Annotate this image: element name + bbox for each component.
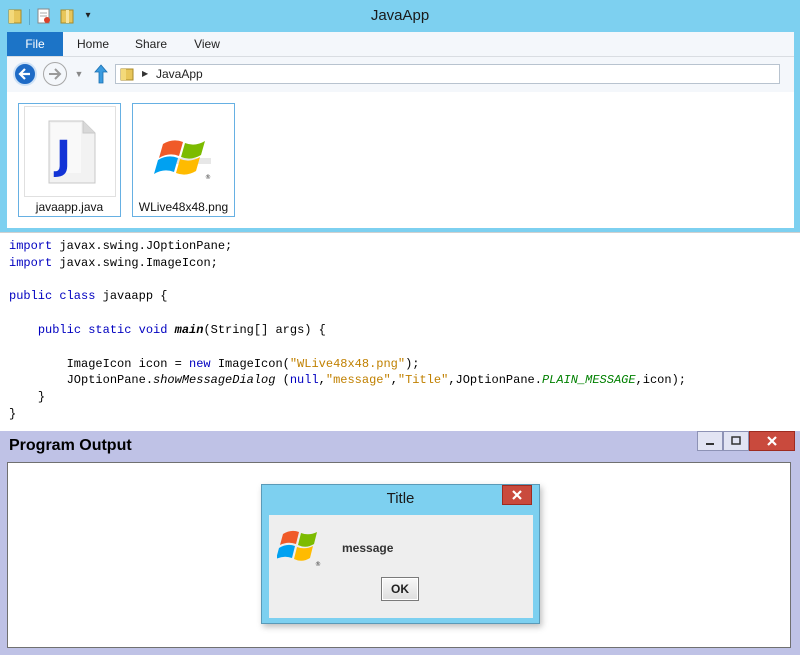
keyword: import bbox=[9, 239, 53, 253]
window-title: JavaApp bbox=[370, 7, 430, 24]
string-literal: "WLive48x48.png" bbox=[289, 356, 406, 371]
code-line-6: JOptionPane.showMessageDialog (null,"mes… bbox=[67, 373, 686, 387]
minimize-icon bbox=[706, 443, 714, 445]
code-line-2: import javax.swing.ImageIcon; bbox=[9, 256, 218, 270]
message-dialog: Title ® message OK bbox=[261, 484, 540, 624]
svg-text:J: J bbox=[53, 133, 71, 179]
close-icon bbox=[512, 490, 522, 500]
code-line-5: ImageIcon icon = new ImageIcon("WLive48x… bbox=[67, 357, 420, 371]
constant: PLAIN_MESSAGE bbox=[541, 373, 636, 388]
maximize-icon bbox=[731, 436, 741, 445]
code-text: javax.swing.ImageIcon; bbox=[52, 255, 218, 270]
method-name: showMessageDialog bbox=[153, 373, 276, 388]
navigation-bar: ▼ ▶ JavaApp bbox=[7, 57, 794, 92]
ok-button[interactable]: OK bbox=[381, 577, 419, 601]
file-thumbnail: ® bbox=[138, 106, 230, 197]
breadcrumb-folder[interactable]: JavaApp bbox=[156, 65, 203, 83]
forward-button[interactable] bbox=[43, 62, 67, 86]
breadcrumb-chevron-icon[interactable]: ▶ bbox=[142, 66, 148, 82]
code-line-1: import javax.swing.JOptionPane; bbox=[9, 239, 232, 253]
code-text: , bbox=[390, 373, 398, 388]
source-code-view: import javax.swing.JOptionPane; import j… bbox=[0, 232, 800, 432]
keyword: new bbox=[189, 356, 211, 371]
address-bar[interactable]: ▶ JavaApp bbox=[115, 64, 780, 84]
code-text: ( bbox=[275, 373, 290, 388]
dialog-body: ® message OK bbox=[269, 515, 533, 618]
code-block: import javax.swing.JOptionPane; import j… bbox=[9, 238, 686, 423]
code-text: ,JOptionPane. bbox=[448, 373, 542, 388]
tab-view[interactable]: View bbox=[187, 32, 227, 56]
code-text: JOptionPane. bbox=[66, 373, 154, 388]
code-text: , bbox=[318, 373, 326, 388]
file-name: javaapp.java bbox=[35, 200, 104, 214]
ribbon-tabs: File Home Share View bbox=[7, 32, 794, 57]
arrow-right-icon bbox=[49, 68, 62, 80]
code-line-7: } bbox=[37, 390, 46, 405]
keyword: null bbox=[289, 373, 319, 388]
recent-locations-dropdown-icon[interactable]: ▼ bbox=[74, 69, 84, 79]
code-text: (String[] args) { bbox=[203, 322, 326, 337]
file-item-wlive-png[interactable]: ® WLive48x48.png bbox=[132, 103, 235, 217]
code-text: javaapp { bbox=[95, 289, 168, 304]
code-line-3: public class javaapp { bbox=[9, 289, 167, 303]
code-line-4: public static void main(String[] args) { bbox=[38, 323, 326, 337]
keyword: public static void bbox=[37, 322, 168, 337]
code-text: ,icon); bbox=[635, 373, 686, 388]
folder-icon bbox=[120, 68, 134, 81]
keyword: public class bbox=[9, 289, 96, 304]
window-controls bbox=[697, 431, 795, 452]
output-title: Program Output bbox=[9, 437, 132, 454]
file-item-javaapp-java[interactable]: J javaapp.java bbox=[18, 103, 121, 217]
windows-logo-icon: ® bbox=[277, 530, 321, 568]
string-literal: "Title" bbox=[397, 373, 449, 388]
up-arrow-icon[interactable] bbox=[94, 64, 108, 84]
dialog-close-button[interactable] bbox=[502, 485, 532, 505]
svg-text:®: ® bbox=[205, 174, 211, 181]
code-text: ); bbox=[405, 356, 420, 371]
file-thumbnail: J bbox=[24, 106, 116, 197]
dialog-title: Title bbox=[386, 490, 415, 507]
close-icon bbox=[767, 436, 777, 446]
back-button[interactable] bbox=[13, 62, 37, 86]
method-name: main bbox=[174, 322, 204, 337]
code-text: ImageIcon icon = bbox=[66, 356, 190, 371]
arrow-left-icon bbox=[18, 68, 30, 80]
string-literal: "message" bbox=[325, 373, 391, 388]
file-name: WLive48x48.png bbox=[138, 200, 229, 214]
tab-share[interactable]: Share bbox=[129, 32, 173, 56]
svg-text:®: ® bbox=[315, 561, 321, 568]
windows-logo-icon: ® bbox=[154, 140, 211, 181]
dialog-message: message bbox=[342, 541, 394, 555]
code-line-8: } bbox=[9, 406, 17, 421]
code-text: javax.swing.JOptionPane; bbox=[52, 239, 233, 253]
tab-file[interactable]: File bbox=[7, 32, 63, 56]
maximize-button[interactable] bbox=[723, 431, 749, 451]
code-text: ImageIcon( bbox=[210, 356, 290, 371]
keyword: import bbox=[9, 255, 53, 270]
tab-home[interactable]: Home bbox=[71, 32, 115, 56]
file-explorer-window: ▾ JavaApp File Home Share View ▼ ▶ JavaA… bbox=[0, 0, 800, 232]
close-button[interactable] bbox=[749, 431, 795, 451]
minimize-button[interactable] bbox=[697, 431, 723, 451]
title-bar: ▾ JavaApp bbox=[0, 0, 800, 32]
file-list: J javaapp.java ® WLive48x48.png bbox=[7, 92, 794, 228]
java-file-icon: J bbox=[48, 120, 96, 184]
